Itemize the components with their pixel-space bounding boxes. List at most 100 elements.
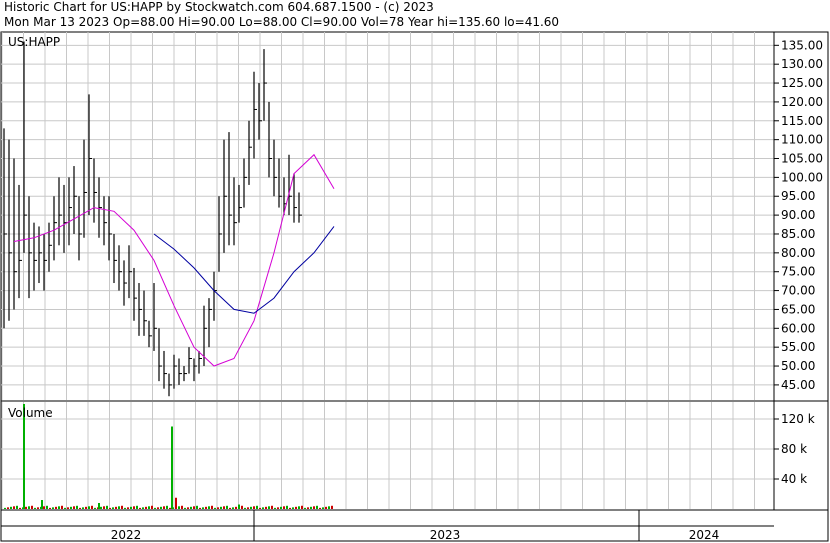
volume-bar [175,497,177,509]
volume-bar [325,506,327,509]
volume-bar [25,506,27,509]
volume-bar [52,507,54,509]
volume-bar [265,506,267,509]
price-axis: 135.00 130.00 125.00 120.00 115.00 110.00 105.… [774,38,823,392]
volume-bar [226,505,228,509]
volume-bar [187,507,189,509]
volume-bar [313,506,315,509]
volume-bar [298,506,300,509]
stock-chart: 135.00 130.00 125.00 120.00 115.00 110.00 105.… [0,31,829,542]
volume-bar [157,507,159,509]
price-tick-label: 90.00 [781,208,815,222]
volume-grid [1,402,774,509]
price-tick-label: 100.00 [781,170,823,184]
volume-bar [286,505,288,509]
volume-bar [127,507,129,509]
volume-bar [280,506,282,509]
price-tick-label: 130.00 [781,57,823,71]
volume-bar [115,506,117,509]
volume-bar [271,505,273,509]
volume-bar [121,505,123,509]
moving-average-long [153,226,335,314]
volume-bar [118,506,120,509]
volume-bar [82,507,84,509]
volume-bar [181,505,183,509]
price-tick-label: 55.00 [781,340,815,354]
volume-bar [259,507,261,509]
volume-bar [223,506,225,509]
volume-bar [70,506,72,509]
price-tick-label: 65.00 [781,302,815,316]
volume-bar [196,505,198,509]
volume-bar [112,507,114,509]
volume-bar [307,507,309,509]
volume-bar [109,507,111,509]
volume-bar [169,507,171,509]
volume-bar [199,507,201,509]
price-tick-label: 80.00 [781,246,815,260]
volume-bar [133,506,135,509]
volume-bar [41,500,43,509]
volume-bar [310,506,312,509]
volume-bar [154,507,156,509]
volume-bar [262,507,264,509]
volume-bar [46,505,48,509]
chart-outer-frame [0,31,829,542]
volume-bar [328,506,330,509]
price-tick-label: 120.00 [781,95,823,109]
volume-bar [91,505,93,509]
volume-bar [316,505,318,509]
volume-bar [217,507,219,509]
volume-bar [142,507,144,509]
price-tick-label: 95.00 [781,189,815,203]
volume-bar [256,505,258,509]
volume-bar [124,507,126,509]
volume-bar [88,506,90,509]
volume-bar [163,506,165,509]
volume-bar [98,503,100,509]
volume-bar [151,505,153,509]
price-tick-label: 70.00 [781,284,815,298]
volume-bar [250,506,252,509]
volume-bar [244,507,246,509]
volume-bar [301,505,303,509]
volume-bar [241,505,243,509]
volume-bar [49,507,51,509]
volume-bar [139,507,141,509]
volume-bar [67,507,69,509]
price-tick-label: 45.00 [781,378,815,392]
volume-bar [58,506,60,509]
volume-bar [85,506,87,509]
volume-bar [37,507,39,509]
volume-bar [253,506,255,509]
volume-bar [178,506,180,509]
volume-bar [277,507,279,509]
price-tick-label: 110.00 [781,133,823,147]
volume-bar [214,507,216,509]
volume-bar [208,506,210,509]
volume-bar [31,505,33,509]
price-tick-label: 125.00 [781,76,823,90]
volume-bar [289,507,291,509]
volume-bar [171,426,173,509]
price-tick-label: 105.00 [781,152,823,166]
volume-bar [331,505,333,509]
volume-tick-label: 120 k [781,412,815,426]
price-tick-label: 115.00 [781,114,823,128]
volume-bar [130,506,132,509]
volume-label: Volume [8,406,53,420]
volume-bar [193,506,195,509]
volume-bar [211,505,213,509]
volume-bar [229,507,231,509]
year-label: 2022 [111,528,142,542]
volume-bar [7,507,9,509]
volume-axis: 120 k 80 k 40 k [774,412,815,486]
price-grid [1,32,774,400]
volume-bar [94,507,96,509]
volume-tick-label: 40 k [781,472,807,486]
volume-bar [148,506,150,509]
volume-bar [136,505,138,509]
volume-bar [103,506,105,509]
volume-bar [61,505,63,509]
volume-bar [13,506,15,509]
